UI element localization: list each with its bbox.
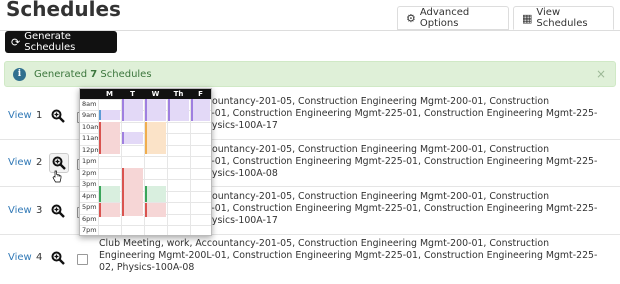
event-block xyxy=(147,186,166,202)
hour-label: 8am xyxy=(82,100,97,108)
hour-label: 4pm xyxy=(82,192,97,200)
event-block xyxy=(101,186,120,202)
tab-view-schedules[interactable]: ▦ View Schedules xyxy=(513,6,614,30)
event-block xyxy=(147,122,166,154)
schedule-row: View 4 Club Meeting, work, Accountancy-2… xyxy=(0,236,620,284)
hour-label: 1pm xyxy=(82,157,97,165)
day-header: M xyxy=(106,90,113,98)
event-block xyxy=(101,110,120,120)
view-link[interactable]: View xyxy=(8,252,32,263)
row-number: 4 xyxy=(36,252,43,263)
event-block xyxy=(147,203,166,217)
hour-label: 9am xyxy=(82,111,97,119)
hour-label: 7pm xyxy=(82,226,97,234)
event-block xyxy=(124,99,143,121)
row-number: 2 xyxy=(36,157,43,168)
day-header: T xyxy=(130,90,135,98)
success-alert: i Generated 7 Schedules × xyxy=(4,61,616,87)
hour-label: 3pm xyxy=(82,180,97,188)
day-header: Th xyxy=(173,90,184,98)
tab-advanced-options[interactable]: ⚙ Advanced Options xyxy=(397,6,509,30)
alert-prefix: Generated xyxy=(34,68,91,80)
hand-cursor-icon xyxy=(52,170,62,183)
row-number: 3 xyxy=(36,205,43,216)
zoom-icon[interactable] xyxy=(49,249,67,267)
hour-label: 6pm xyxy=(82,215,97,223)
calendar-header: M T W Th F xyxy=(80,89,211,99)
alert-count: 7 xyxy=(90,68,98,80)
tab-label: View Schedules xyxy=(536,7,588,29)
event-block xyxy=(170,99,189,121)
hour-row: 2pm xyxy=(80,168,211,178)
hour-label: 2pm xyxy=(82,169,97,177)
tab-bar: ⚙ Advanced Options ▦ View Schedules xyxy=(0,2,620,31)
hour-row: 1pm xyxy=(80,156,211,166)
day-header: W xyxy=(151,90,160,98)
row-number: 1 xyxy=(36,110,43,121)
generate-schedules-label: Generate Schedules xyxy=(24,31,76,53)
gears-icon: ⚙ xyxy=(406,11,416,25)
generate-schedules-button[interactable]: ⟳ Generate Schedules xyxy=(5,31,117,53)
course-list: Club Meeting, work, Accountancy-201-05, … xyxy=(99,238,598,273)
info-icon: i xyxy=(13,67,26,81)
event-block xyxy=(101,203,120,217)
schedule-preview-popup: M T W Th F 8am 9am 10am 11am 12pm 1pm 2p… xyxy=(79,88,212,236)
event-block xyxy=(193,99,210,121)
schedule-checkbox[interactable] xyxy=(77,254,88,265)
hour-label: 5pm xyxy=(82,203,97,211)
tab-label: Advanced Options xyxy=(419,7,470,29)
zoom-icon[interactable] xyxy=(49,107,67,125)
event-block xyxy=(124,168,143,216)
zoom-icon[interactable] xyxy=(49,202,67,220)
alert-suffix: Schedules xyxy=(97,68,152,80)
view-link[interactable]: View xyxy=(8,110,32,121)
close-icon[interactable]: × xyxy=(596,67,606,81)
refresh-icon: ⟳ xyxy=(11,35,21,49)
hour-row: 7pm xyxy=(80,225,211,235)
view-link[interactable]: View xyxy=(8,157,32,168)
event-block xyxy=(124,132,143,144)
calendar-icon: ▦ xyxy=(522,11,533,25)
event-block xyxy=(101,122,120,154)
day-header: F xyxy=(198,90,203,98)
event-block xyxy=(147,99,166,121)
view-link[interactable]: View xyxy=(8,205,32,216)
